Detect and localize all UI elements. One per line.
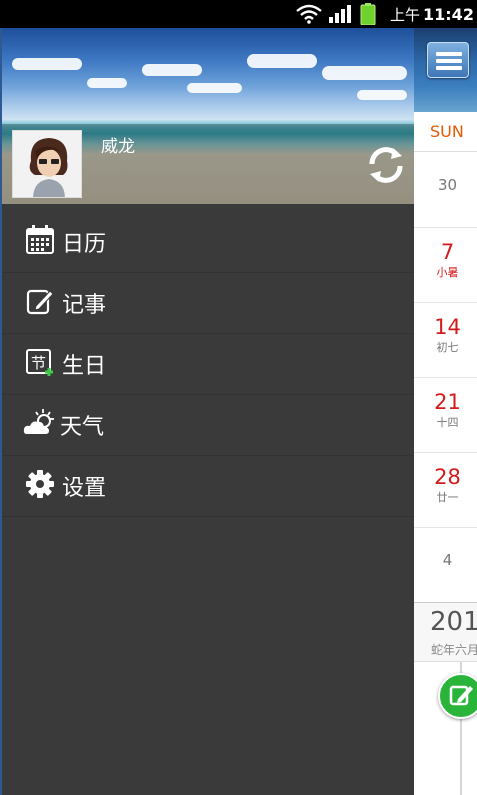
avatar-image bbox=[13, 131, 81, 197]
time-prefix: 上午 bbox=[390, 6, 421, 24]
app-root: 上午 11:42 SUN 30 7 小暑 14 初七 21 十四 28 廿一 4… bbox=[0, 0, 477, 795]
menu-item-label: 日历 bbox=[62, 232, 107, 257]
weather-icon bbox=[23, 409, 54, 434]
day-number: 7 bbox=[440, 240, 455, 264]
new-note-button[interactable] bbox=[438, 673, 477, 719]
menu-item-notes[interactable]: 记事 bbox=[2, 273, 414, 334]
menu-item-label: 设置 bbox=[62, 476, 107, 501]
day-number: 21 bbox=[434, 390, 461, 414]
day-number: 28 bbox=[434, 465, 461, 489]
sync-icon[interactable] bbox=[365, 144, 407, 186]
hamburger-icon bbox=[436, 66, 462, 70]
username: 威龙 bbox=[101, 137, 135, 157]
menu-item-label: 记事 bbox=[62, 293, 107, 318]
calendar-day-cell[interactable]: 28 廿一 bbox=[414, 453, 477, 528]
wifi-icon bbox=[296, 4, 322, 24]
menu-item-label: 生日 bbox=[62, 354, 107, 379]
menu-item-label: 天气 bbox=[60, 415, 105, 440]
gear-icon bbox=[26, 470, 54, 498]
banner-cloud bbox=[322, 66, 407, 80]
status-clock: 上午 11:42 bbox=[390, 4, 474, 25]
banner-cloud bbox=[87, 78, 127, 88]
calendar-day-cell[interactable]: 4 bbox=[414, 528, 477, 603]
hamburger-icon bbox=[436, 59, 462, 63]
menu-item-calendar[interactable]: 日历 bbox=[2, 212, 414, 273]
day-number: 4 bbox=[442, 551, 453, 569]
day-number: 14 bbox=[434, 315, 461, 339]
edit-icon bbox=[449, 685, 473, 706]
menu-item-birthday[interactable]: 节 生日 bbox=[2, 334, 414, 395]
calendar-day-cell[interactable]: 30 bbox=[414, 153, 477, 228]
day-subtitle: 初七 bbox=[436, 341, 459, 354]
signal-icon bbox=[329, 5, 351, 23]
year-number: 201 bbox=[430, 607, 477, 637]
lunar-year-label: 蛇年六月 bbox=[431, 643, 477, 657]
banner-cloud bbox=[12, 58, 82, 70]
status-bar: 上午 11:42 bbox=[0, 0, 477, 28]
calendar-panel: SUN 30 7 小暑 14 初七 21 十四 28 廿一 4 201 蛇年六月 bbox=[414, 28, 477, 795]
menu-item-settings[interactable]: 设置 bbox=[2, 456, 414, 517]
calendar-day-cell[interactable]: 7 小暑 bbox=[414, 228, 477, 303]
time-value: 11:42 bbox=[423, 5, 474, 24]
battery-icon bbox=[360, 3, 376, 25]
profile-banner: 威龙 bbox=[2, 28, 414, 204]
svg-text:节: 节 bbox=[31, 354, 46, 372]
drawer-menu: 日历 记事 节 生日 天气 设置 bbox=[2, 212, 414, 517]
banner-cloud bbox=[142, 64, 202, 76]
day-number: 30 bbox=[437, 176, 458, 194]
banner-cloud bbox=[247, 54, 317, 68]
day-subtitle: 小暑 bbox=[436, 266, 459, 279]
birthday-icon: 节 bbox=[26, 349, 53, 376]
note-icon bbox=[26, 289, 54, 315]
hamburger-icon bbox=[436, 52, 462, 56]
menu-toggle-button[interactable] bbox=[427, 42, 469, 78]
menu-item-weather[interactable]: 天气 bbox=[2, 395, 414, 456]
calendar-day-cell[interactable]: 14 初七 bbox=[414, 303, 477, 378]
calendar-day-cell[interactable]: 21 十四 bbox=[414, 378, 477, 453]
day-subtitle: 十四 bbox=[436, 416, 459, 429]
calendar-icon bbox=[26, 225, 54, 254]
calendar-header bbox=[414, 28, 477, 112]
navigation-drawer: 威龙 日历 记事 节 生日 天气 设置 bbox=[0, 28, 414, 795]
banner-cloud bbox=[357, 90, 407, 100]
weekday-header: SUN bbox=[414, 112, 477, 152]
day-subtitle: 廿一 bbox=[436, 491, 459, 504]
banner-cloud bbox=[187, 83, 242, 93]
avatar[interactable] bbox=[12, 130, 82, 198]
year-header: 201 蛇年六月 bbox=[414, 602, 477, 662]
